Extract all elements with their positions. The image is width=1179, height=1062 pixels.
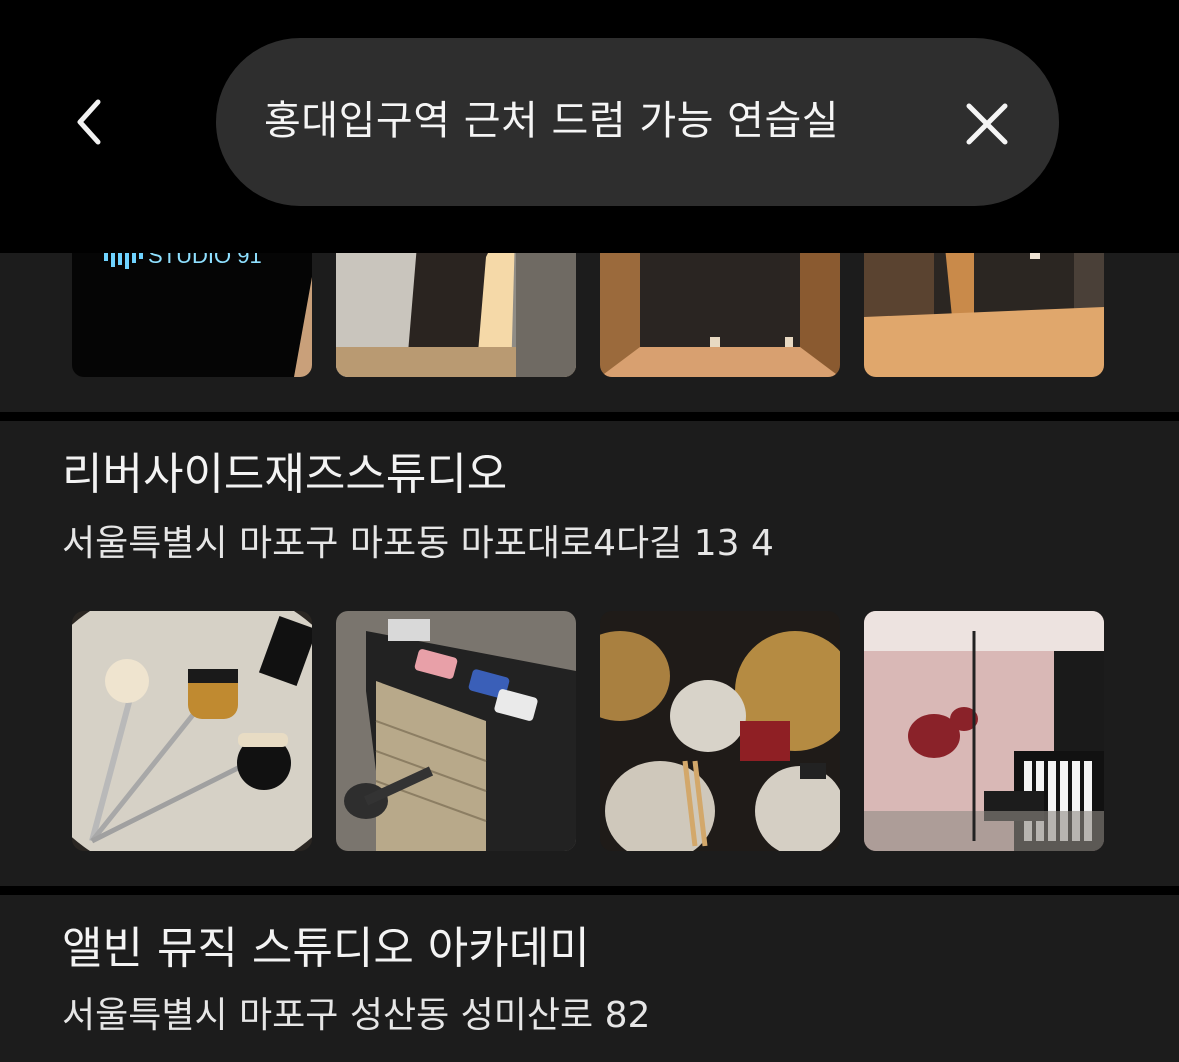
back-button[interactable] [58, 90, 118, 154]
photo-strip [72, 611, 1104, 851]
clear-search-button[interactable] [956, 93, 1018, 155]
result-address: 서울특별시 마포구 마포동 마포대로4다길 13 4 [62, 523, 774, 564]
result-title[interactable]: 리버사이드재즈스튜디오 [62, 447, 507, 503]
result-card-riverside-jazz-studio[interactable]: 리버사이드재즈스튜디오 서울특별시 마포구 마포동 마포대로4다길 13 4 [0, 421, 1179, 886]
close-icon [966, 103, 1008, 145]
photo-thumbnail[interactable] [600, 611, 840, 851]
result-card-alvin-music-studio-academy[interactable]: 앨빈 뮤직 스튜디오 아카데미 서울특별시 마포구 성산동 성미산로 82 [0, 895, 1179, 1062]
photo-thumbnail[interactable] [72, 611, 312, 851]
search-bar[interactable]: 홍대입구역 근처 드럼 가능 연습실 [216, 38, 1059, 206]
search-query-text[interactable]: 홍대입구역 근처 드럼 가능 연습실 [264, 86, 924, 156]
photo-thumbnail[interactable] [864, 611, 1104, 851]
search-header: 홍대입구역 근처 드럼 가능 연습실 [0, 0, 1179, 253]
result-address: 서울특별시 마포구 성산동 성미산로 82 [62, 995, 651, 1036]
result-title[interactable]: 앨빈 뮤직 스튜디오 아카데미 [62, 921, 590, 977]
photo-thumbnail[interactable] [336, 611, 576, 851]
chevron-left-icon [77, 99, 101, 145]
